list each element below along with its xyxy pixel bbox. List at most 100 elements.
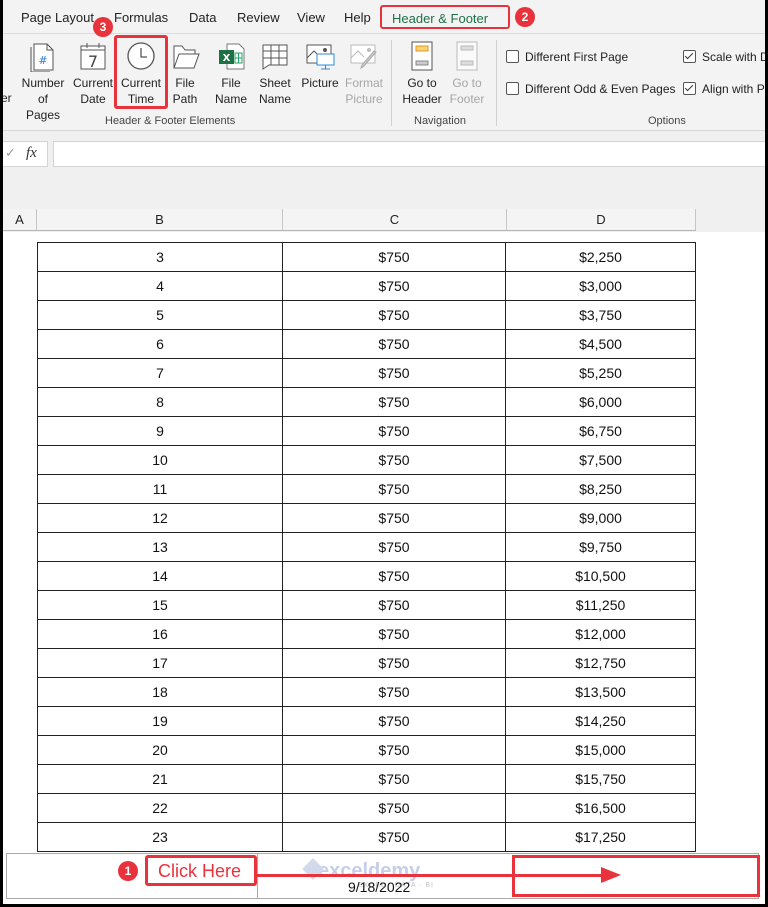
- cell-c[interactable]: $750: [282, 329, 506, 359]
- cell-b[interactable]: 14: [37, 561, 283, 591]
- cell-d[interactable]: $15,000: [505, 735, 696, 765]
- tab-view[interactable]: View: [297, 10, 325, 25]
- cell-c[interactable]: $750: [282, 242, 506, 272]
- cell-b[interactable]: 4: [37, 271, 283, 301]
- cell-b[interactable]: 17: [37, 648, 283, 678]
- cell-b[interactable]: 7: [37, 358, 283, 388]
- cell-d[interactable]: $3,750: [505, 300, 696, 330]
- cell-d[interactable]: $10,500: [505, 561, 696, 591]
- cell-c[interactable]: $750: [282, 561, 506, 591]
- cell-b[interactable]: 11: [37, 474, 283, 504]
- picture-button[interactable]: Picture: [298, 40, 342, 91]
- tab-header-footer[interactable]: Header & Footer: [380, 5, 510, 29]
- cell-d[interactable]: $6,000: [505, 387, 696, 417]
- cell-c[interactable]: $750: [282, 387, 506, 417]
- go-to-footer-button[interactable]: Go to Footer: [446, 40, 488, 107]
- column-header-b[interactable]: B: [37, 209, 283, 231]
- insert-function-icon[interactable]: fx: [26, 145, 37, 162]
- cell-d[interactable]: $5,250: [505, 358, 696, 388]
- cell-b[interactable]: 16: [37, 619, 283, 649]
- cell-d[interactable]: $14,250: [505, 706, 696, 736]
- cell-b[interactable]: 5: [37, 300, 283, 330]
- cell-d[interactable]: $8,250: [505, 474, 696, 504]
- tab-data[interactable]: Data: [189, 10, 216, 25]
- cell-b[interactable]: 20: [37, 735, 283, 765]
- cell-b[interactable]: 23: [37, 822, 283, 852]
- label-line2: Name: [258, 92, 291, 106]
- column-header-c[interactable]: C: [283, 209, 507, 231]
- cell-b[interactable]: 12: [37, 503, 283, 533]
- formula-input[interactable]: [53, 141, 765, 167]
- cell-b[interactable]: 22: [37, 793, 283, 823]
- cell-c[interactable]: $750: [282, 474, 506, 504]
- align-with-margins-checkbox[interactable]: Align with P: [683, 82, 765, 96]
- cell-d[interactable]: $9,750: [505, 532, 696, 562]
- cell-d[interactable]: $11,250: [505, 590, 696, 620]
- cell-d[interactable]: $13,500: [505, 677, 696, 707]
- enter-check-icon[interactable]: ✓: [5, 145, 16, 161]
- cell-b[interactable]: 6: [37, 329, 283, 359]
- cell-b[interactable]: 21: [37, 764, 283, 794]
- cell-d[interactable]: $12,750: [505, 648, 696, 678]
- tab-page-layout[interactable]: Page Layout: [21, 10, 94, 25]
- file-path-button[interactable]: File Path: [167, 40, 203, 107]
- cell-c[interactable]: $750: [282, 764, 506, 794]
- cell-c[interactable]: $750: [282, 706, 506, 736]
- checkbox-label: Align with P: [702, 82, 765, 96]
- table-row: 17 $750 $12,750: [37, 648, 696, 678]
- tab-formulas[interactable]: Formulas: [114, 10, 168, 25]
- cell-c[interactable]: $750: [282, 416, 506, 446]
- cell-b[interactable]: 10: [37, 445, 283, 475]
- column-header-d[interactable]: D: [507, 209, 696, 231]
- cell-d[interactable]: $3,000: [505, 271, 696, 301]
- cell-d[interactable]: $17,250: [505, 822, 696, 852]
- cell-b[interactable]: 9: [37, 416, 283, 446]
- table-row: 12 $750 $9,000: [37, 503, 696, 533]
- current-date-button[interactable]: 7 Current Date: [70, 40, 116, 107]
- cell-c[interactable]: $750: [282, 300, 506, 330]
- cell-d[interactable]: $4,500: [505, 329, 696, 359]
- label-line1: Picture: [301, 76, 339, 90]
- cell-c[interactable]: $750: [282, 590, 506, 620]
- cell-d[interactable]: $12,000: [505, 619, 696, 649]
- cell-c[interactable]: $750: [282, 358, 506, 388]
- scale-with-document-checkbox[interactable]: Scale with D: [683, 50, 765, 64]
- cell-c[interactable]: $750: [282, 532, 506, 562]
- cell-d[interactable]: $9,000: [505, 503, 696, 533]
- cell-c[interactable]: $750: [282, 619, 506, 649]
- cell-b[interactable]: 8: [37, 387, 283, 417]
- cell-c[interactable]: $750: [282, 822, 506, 852]
- tab-help[interactable]: Help: [344, 10, 371, 25]
- tab-review[interactable]: Review: [237, 10, 280, 25]
- cell-d[interactable]: $6,750: [505, 416, 696, 446]
- cell-c[interactable]: $750: [282, 445, 506, 475]
- file-name-button[interactable]: X File Name: [210, 40, 252, 107]
- cell-b[interactable]: 13: [37, 532, 283, 562]
- different-first-page-checkbox[interactable]: Different First Page: [506, 50, 628, 64]
- cell-c[interactable]: $750: [282, 793, 506, 823]
- checkbox-label: Different First Page: [525, 50, 629, 64]
- cell-b[interactable]: 15: [37, 590, 283, 620]
- cell-b[interactable]: 18: [37, 677, 283, 707]
- number-of-pages-button[interactable]: # Number of Pages: [20, 40, 66, 123]
- go-to-header-button[interactable]: Go to Header: [401, 40, 443, 107]
- cell-d[interactable]: $15,750: [505, 764, 696, 794]
- column-header-a[interactable]: A: [3, 209, 37, 231]
- label-line2: Path: [172, 92, 198, 106]
- different-odd-even-checkbox[interactable]: Different Odd & Even Pages: [506, 82, 676, 96]
- cell-d[interactable]: $7,500: [505, 445, 696, 475]
- cell-d[interactable]: $16,500: [505, 793, 696, 823]
- sheet-name-button[interactable]: Sheet Name: [255, 40, 295, 107]
- cell-b[interactable]: 19: [37, 706, 283, 736]
- cell-c[interactable]: $750: [282, 677, 506, 707]
- footer-right-section-highlight[interactable]: [512, 855, 760, 897]
- table-row: 21 $750 $15,750: [37, 764, 696, 794]
- format-picture-button[interactable]: Format Picture: [343, 40, 385, 107]
- cell-c[interactable]: $750: [282, 735, 506, 765]
- cell-c[interactable]: $750: [282, 648, 506, 678]
- cell-c[interactable]: $750: [282, 503, 506, 533]
- cell-c[interactable]: $750: [282, 271, 506, 301]
- svg-text:#: #: [38, 54, 47, 67]
- cell-d[interactable]: $2,250: [505, 242, 696, 272]
- cell-b[interactable]: 3: [37, 242, 283, 272]
